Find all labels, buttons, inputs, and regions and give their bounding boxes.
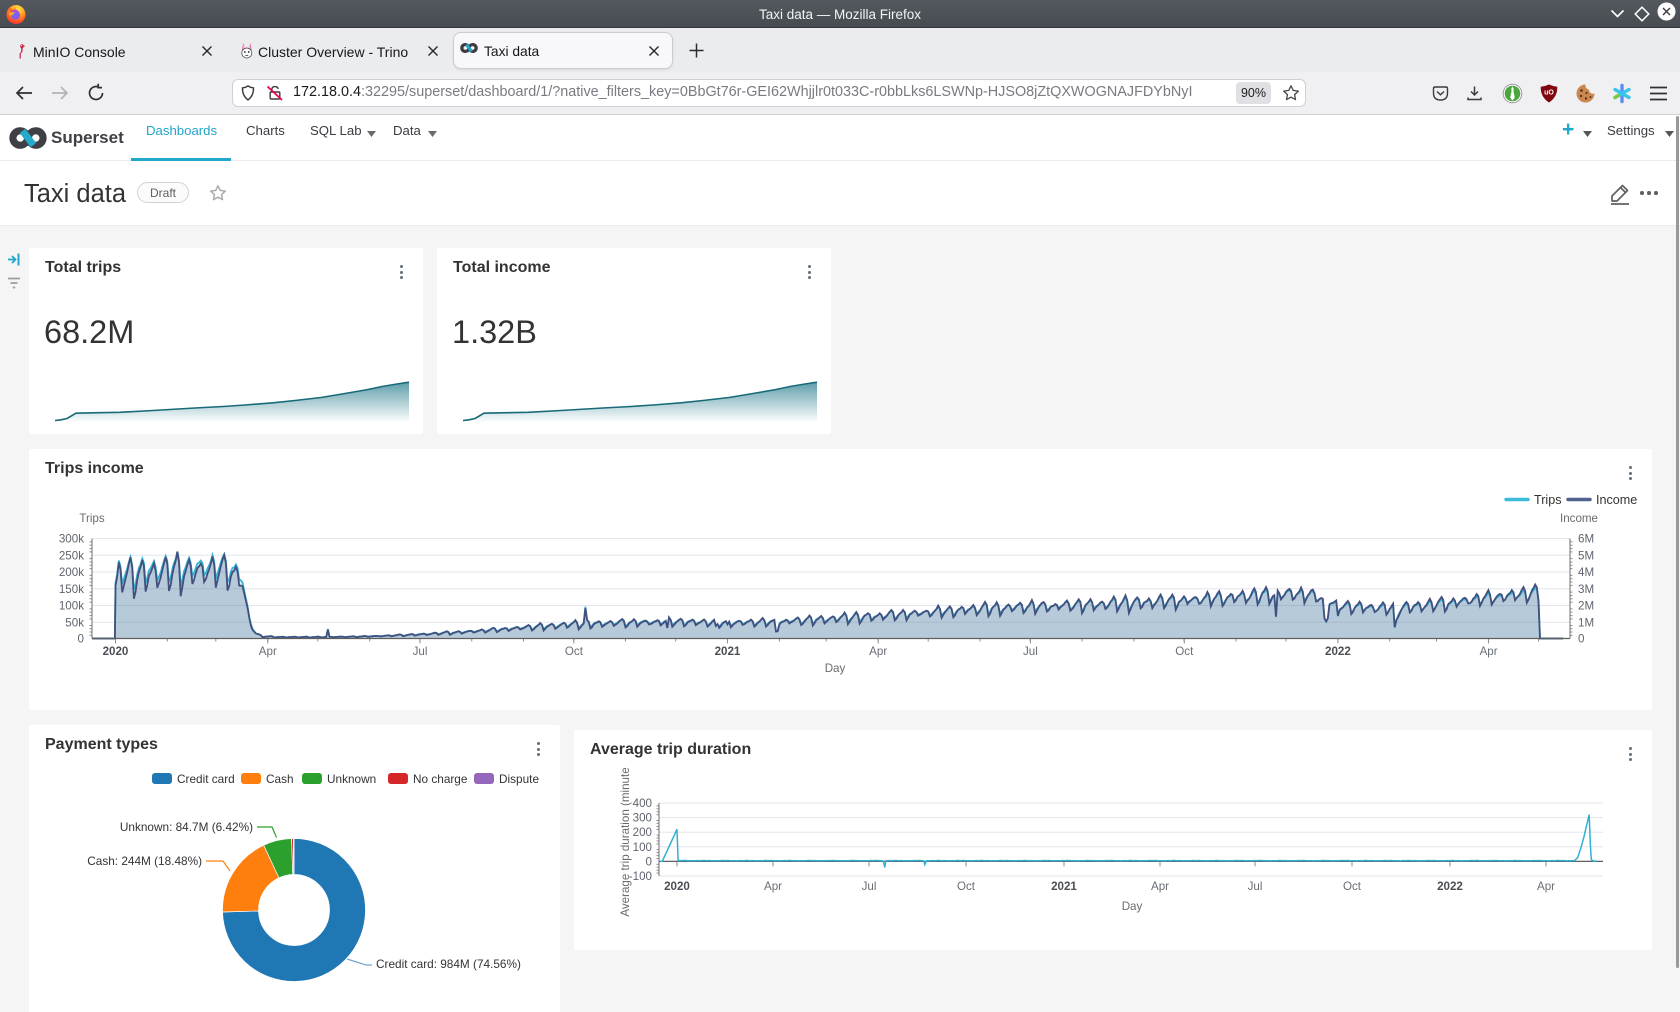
svg-text:6M: 6M (1578, 533, 1594, 546)
svg-text:2M: 2M (1578, 600, 1594, 613)
svg-text:0: 0 (78, 633, 84, 646)
svg-text:Apr: Apr (1480, 645, 1498, 658)
svg-text:Unknown: 84.7M (6.42%): Unknown: 84.7M (6.42%) (120, 820, 253, 834)
svg-text:Credit card: 984M (74.56%): Credit card: 984M (74.56%) (376, 957, 521, 971)
svg-text:2022: 2022 (1325, 645, 1351, 658)
svg-text:Apr: Apr (1151, 880, 1169, 893)
svg-text:150k: 150k (59, 583, 84, 596)
svg-text:Dispute: Dispute (499, 772, 539, 786)
svg-text:Jul: Jul (1023, 645, 1038, 658)
svg-text:100k: 100k (59, 600, 84, 613)
svg-text:2020: 2020 (664, 880, 690, 893)
svg-text:5M: 5M (1578, 549, 1594, 562)
svg-text:No charge: No charge (413, 772, 468, 786)
svg-text:Trips: Trips (1534, 493, 1562, 507)
svg-text:2021: 2021 (715, 645, 741, 658)
svg-text:Average trip duration (minute: Average trip duration (minute (619, 767, 632, 916)
svg-text:Apr: Apr (764, 880, 782, 893)
svg-text:Oct: Oct (957, 880, 976, 893)
svg-text:Day: Day (1122, 900, 1143, 913)
svg-text:Apr: Apr (1537, 880, 1555, 893)
svg-text:Income: Income (1560, 512, 1598, 525)
svg-text:Trips: Trips (79, 512, 105, 525)
svg-text:3M: 3M (1578, 583, 1594, 596)
svg-text:400: 400 (633, 797, 652, 810)
svg-text:Day: Day (825, 662, 846, 675)
svg-text:Jul: Jul (1248, 880, 1263, 893)
svg-text:Apr: Apr (869, 645, 887, 658)
svg-text:0: 0 (646, 855, 652, 868)
svg-text:300: 300 (633, 812, 652, 825)
svg-text:Unknown: Unknown (327, 772, 376, 786)
svg-text:Jul: Jul (862, 880, 877, 893)
svg-text:200: 200 (633, 826, 652, 839)
svg-text:50k: 50k (65, 616, 84, 629)
svg-text:uO: uO (1544, 90, 1554, 97)
svg-text:0: 0 (1578, 633, 1584, 646)
svg-text:250k: 250k (59, 549, 84, 562)
svg-text:-100: -100 (629, 870, 652, 883)
svg-text:Oct: Oct (565, 645, 584, 658)
svg-text:Apr: Apr (259, 645, 277, 658)
svg-text:2020: 2020 (103, 645, 129, 658)
svg-text:4M: 4M (1578, 566, 1594, 579)
svg-text:Cash: Cash (266, 772, 294, 786)
svg-text:Credit card: Credit card (177, 772, 235, 786)
svg-text:Oct: Oct (1343, 880, 1362, 893)
svg-text:Cash: 244M (18.48%): Cash: 244M (18.48%) (87, 854, 202, 868)
svg-text:2021: 2021 (1051, 880, 1077, 893)
svg-text:Income: Income (1596, 493, 1637, 507)
svg-text:300k: 300k (59, 533, 84, 546)
svg-text:Jul: Jul (413, 645, 428, 658)
svg-text:1M: 1M (1578, 616, 1594, 629)
svg-text:Oct: Oct (1175, 645, 1194, 658)
svg-text:100: 100 (633, 841, 652, 854)
svg-text:2022: 2022 (1437, 880, 1463, 893)
svg-text:200k: 200k (59, 566, 84, 579)
